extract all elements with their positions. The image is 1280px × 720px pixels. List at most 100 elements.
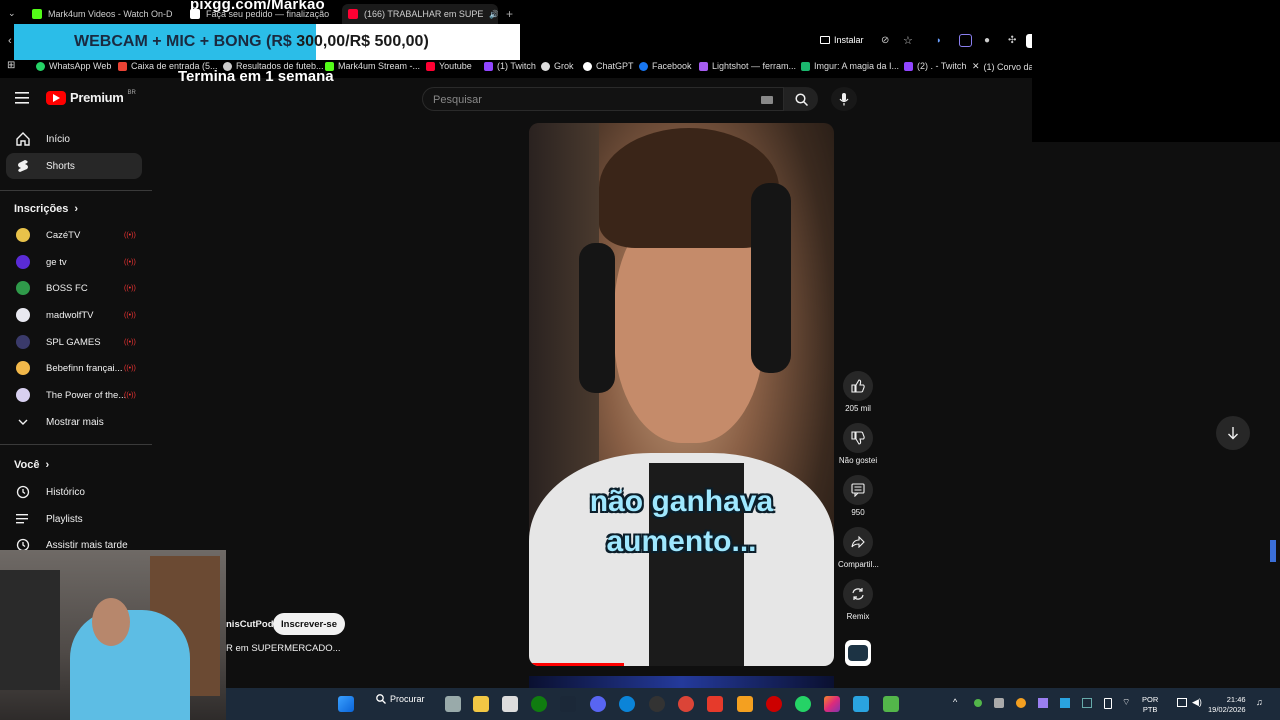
discord-icon[interactable] [590,696,606,712]
steam-tray-icon[interactable] [1082,698,1092,708]
search-button[interactable] [784,87,818,111]
dislike-button[interactable]: Não gostei [838,423,878,465]
obs-icon[interactable] [649,696,665,712]
nav-home[interactable]: Início [6,126,142,152]
tray-icon[interactable] [994,698,1004,708]
video-progress-bar[interactable] [529,663,624,666]
sidebar-sub-powerofthe[interactable]: The Power of the... ((•)) [6,384,142,406]
bookmark-x[interactable]: ✕ (1) Corvo das [972,61,1038,72]
battery-icon[interactable] [1104,698,1112,709]
search-input[interactable]: Pesquisar [422,87,784,111]
bookmark-imgur[interactable]: Imgur: A magia da I... [801,61,899,71]
windows-start-icon[interactable] [338,696,354,712]
sidebar-sub-cazetv[interactable]: CazéTV ((•)) [6,224,142,246]
app-icon[interactable] [883,696,899,712]
network-icon[interactable]: ⌔ [1122,697,1130,708]
you-header[interactable]: Você › [14,459,49,471]
scrollbar-thumb[interactable] [1270,540,1276,562]
taskbar-search[interactable]: Procurar [376,694,425,704]
voice-search-button[interactable] [831,87,857,111]
tab-youtube[interactable]: (166) TRABALHAR em SUPE 🔊 ✕ [342,4,498,24]
subscriptions-header[interactable]: Inscrições › [14,203,78,215]
app-icon[interactable] [766,696,782,712]
sidebar-sub-bebefinn[interactable]: Bebefinn françai... ((•)) [6,357,142,379]
tray-chevron-up-icon[interactable]: ^ [953,697,957,707]
bookmark-facebook[interactable]: Facebook [639,61,692,71]
audio-icon[interactable]: 🔊 [489,10,498,19]
youtube-icon [348,9,358,19]
app-icon[interactable] [853,696,869,712]
instagram-icon[interactable] [824,696,840,712]
nav-playlists[interactable]: Playlists [6,506,142,532]
bookmark-grok[interactable]: Grok [541,61,574,71]
youtube-premium-logo[interactable]: Premium BR [46,90,136,105]
like-button[interactable]: 205 mil [838,371,878,413]
taskbar-clock[interactable]: 21:46 19/02/2026 [1208,695,1246,715]
sidebar-sub-bossfc[interactable]: BOSS FC ((•)) [6,277,142,299]
short-title[interactable]: R em SUPERMERCADO... [226,643,341,654]
subscribe-button[interactable]: Inscrever-se [273,613,345,635]
puzzle-icon[interactable]: ✣ [1008,35,1016,46]
sidebar-sub-getv[interactable]: ge tv ((•)) [6,251,142,273]
bookmark-twitch[interactable]: (1) Twitch [484,61,536,71]
short-video-player[interactable]: não ganhava aumento... [529,123,834,666]
url-field[interactable] [520,32,810,52]
apps-grid-icon[interactable]: ⊞ [7,60,15,71]
twitch-extension-icon[interactable] [959,34,972,47]
share-button[interactable]: Compartil... [838,527,879,569]
edge-icon[interactable] [619,696,635,712]
tray-icon[interactable] [1016,698,1026,708]
nav-shorts[interactable]: Shorts [6,153,142,179]
tray-icon[interactable] [974,699,982,707]
tray-icon[interactable] [1038,698,1048,708]
bookmark-mark4um[interactable]: Mark4um Stream -... [325,61,420,71]
file-explorer-icon[interactable] [473,696,489,712]
taskbar-language[interactable]: POR PTB [1142,695,1158,715]
keyboard-icon[interactable] [761,96,773,104]
comments-button[interactable]: 950 [838,475,878,517]
sidebar-sub-madwolftv[interactable]: madwolfTV ((•)) [6,304,142,326]
channel-name[interactable]: nisCutPod [226,619,274,630]
next-short-button[interactable] [1216,416,1250,450]
remix-button[interactable]: Remix [838,579,878,621]
speaker-icon[interactable]: ◀) [1192,697,1202,708]
show-more-button[interactable]: Mostrar mais [6,409,142,435]
display-icon[interactable] [1177,698,1187,707]
bookmark-whatsapp[interactable]: WhatsApp Web [36,61,111,71]
gmail-icon [118,61,127,71]
search-icon [794,92,808,106]
eye-off-icon[interactable]: ⊘ [881,35,889,46]
install-button[interactable]: Instalar [820,35,864,45]
chrome-icon[interactable] [678,696,694,712]
new-tab-icon[interactable]: + [506,7,513,21]
xbox-icon[interactable] [531,696,547,712]
tab-mark4um[interactable]: Mark4um Videos - Watch On-D ✕ [26,4,176,24]
extension-icon[interactable]: ◗ [936,35,941,45]
notification-bell-icon[interactable]: ♫ [1256,697,1263,707]
comment-count: 950 [851,508,865,517]
store-icon[interactable] [502,696,518,712]
cloud-app-icon[interactable] [737,696,753,712]
bookmark-youtube[interactable]: Youtube [426,61,472,71]
app-icon[interactable] [707,696,723,712]
extension-icon[interactable]: ● [984,35,990,46]
sound-thumbnail[interactable] [845,640,871,666]
close-tab-icon[interactable]: ✕ [339,9,340,20]
whatsapp-icon[interactable] [795,696,811,712]
tab-list-chevron-icon[interactable]: ⌄ [8,8,16,19]
sidebar-sub-splgames[interactable]: SPL GAMES ((•)) [6,331,142,353]
menu-hamburger-icon[interactable] [15,92,29,104]
task-view-icon[interactable] [445,696,461,712]
bookmark-lightshot[interactable]: Lightshot — ferram... [699,61,796,71]
bookmark-star-icon[interactable]: ☆ [903,34,913,47]
bookmark-chatgpt[interactable]: ChatGPT [583,61,634,71]
sub-label: CazéTV [46,229,81,241]
nav-history[interactable]: Histórico [6,479,142,505]
steam-icon[interactable] [560,696,576,712]
chevron-down-icon [15,414,31,430]
bookmark-twitch-2[interactable]: (2) . - Twitch [904,61,966,71]
back-icon[interactable]: ‹ [8,35,12,47]
tray-icon[interactable] [1060,698,1070,708]
scrollbar[interactable] [1266,520,1280,690]
stream-overlay-black-area [1032,0,1280,142]
